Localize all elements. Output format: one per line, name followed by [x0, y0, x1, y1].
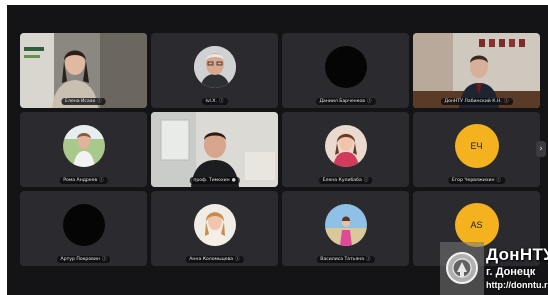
donntu-emblem-icon [440, 242, 484, 295]
avatar-photo [324, 203, 367, 246]
participant-tile[interactable]: Анна Коломыцева ⓘ [151, 191, 278, 266]
avatar [62, 203, 105, 246]
avatar [193, 203, 236, 246]
participant-tile[interactable]: Елена Кулибаба ⓘ [282, 112, 409, 187]
chevron-right-icon: › [539, 144, 543, 154]
watermark-url: http://donntu.r [486, 280, 548, 290]
participant-name: Василиса Татьяна ⓘ [316, 256, 375, 263]
participant-tile[interactable]: Елена Исаак ⓘ [20, 33, 147, 108]
participant-tile[interactable]: Артур Покровин ⓘ [20, 191, 147, 266]
initials-avatar: ЕЧ [454, 123, 499, 168]
participant-name: Рома Андреев ⓘ [59, 177, 108, 184]
mic-off-icon: ⓘ [496, 178, 502, 183]
mic-off-icon: ⓘ [366, 257, 371, 262]
next-page-button[interactable]: › [536, 141, 546, 157]
participant-tile[interactable]: Даниил Барченков ⓘ [282, 33, 409, 108]
initials-avatar: AS [454, 202, 499, 247]
donntu-watermark: ДонНТУ г. Донецк http://donntu.r [440, 242, 548, 295]
participant-name: Ivl.X. ⓘ [201, 98, 228, 105]
participant-name: Даниил Барченков ⓘ [315, 98, 376, 105]
participant-tile[interactable]: ДонНТУ Лабинский К.Н. ⓘ [413, 33, 540, 108]
participant-tile[interactable]: Василиса Татьяна ⓘ [282, 191, 409, 266]
avatar-photo [193, 203, 236, 246]
participant-name: ДонНТУ Лабинский К.Н. ⓘ [440, 98, 513, 105]
avatar [193, 45, 236, 88]
mic-off-icon: ⓘ [366, 99, 372, 104]
mic-off-icon: ⓘ [503, 99, 509, 104]
avatar [324, 45, 367, 88]
mic-off-icon: ⓘ [99, 178, 104, 183]
avatar [324, 124, 367, 167]
participant-name: Егор Червяжихин ⓘ [447, 177, 506, 184]
video-feed [413, 33, 540, 108]
participant-name: Анна Коломыцева ⓘ [185, 256, 244, 263]
participant-tile-active-speaker[interactable]: проф. Тимохин ● [151, 112, 278, 187]
participant-tile[interactable]: Ivl.X. ⓘ [151, 33, 278, 108]
mic-off-icon: ⓘ [101, 257, 107, 262]
mic-off-icon: ⓘ [363, 178, 369, 183]
avatar-photo [62, 124, 105, 167]
avatar [324, 203, 367, 246]
participant-name: Артур Покровин ⓘ [56, 256, 111, 263]
watermark-title: ДонНТУ [486, 245, 548, 264]
watermark-city: г. Донецк [486, 266, 536, 278]
participant-tile[interactable]: ЕЧ Егор Червяжихин ⓘ [413, 112, 540, 187]
avatar [62, 124, 105, 167]
mic-off-icon: ⓘ [97, 99, 102, 104]
video-feed [151, 112, 278, 187]
participant-name: Елена Исаак ⓘ [61, 98, 106, 105]
mic-off-icon: ⓘ [218, 99, 224, 104]
participant-name: проф. Тимохин ● [189, 177, 240, 184]
mic-active-icon: ● [231, 178, 236, 183]
participant-tile[interactable]: Рома Андреев ⓘ [20, 112, 147, 187]
participant-name: Елена Кулибаба ⓘ [318, 177, 373, 184]
avatar-photo [324, 124, 367, 167]
mic-off-icon: ⓘ [235, 257, 240, 262]
video-feed [20, 33, 147, 108]
avatar-photo [193, 45, 236, 88]
